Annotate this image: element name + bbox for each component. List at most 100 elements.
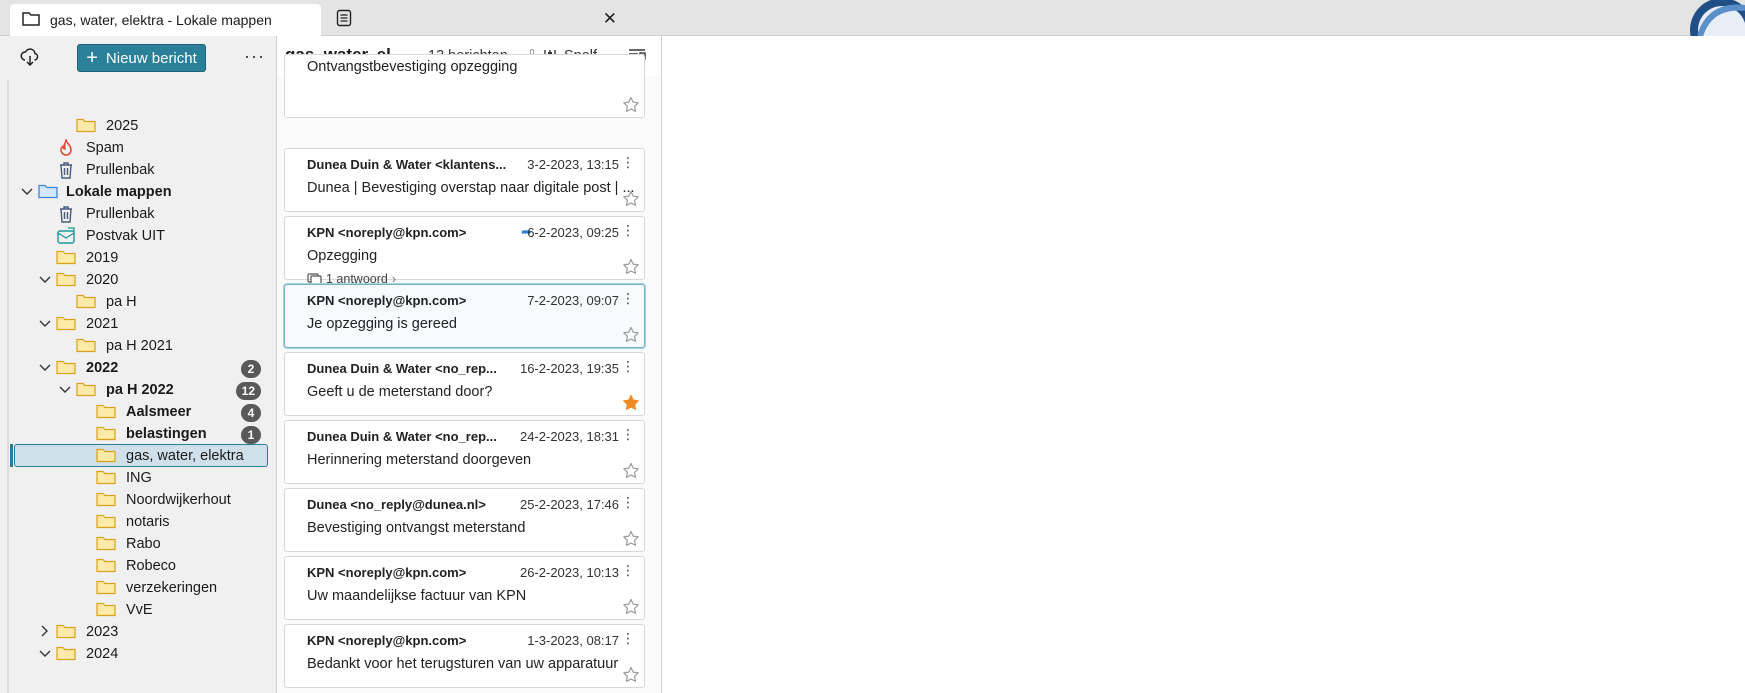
- message-card[interactable]: KPN <noreply@kpn.com> ➦ 6-2-2023, 09:25 ⋮ Op…: [284, 216, 645, 286]
- message-menu-icon[interactable]: ⋮: [621, 631, 635, 645]
- folder-item[interactable]: pa H 2021: [0, 334, 276, 358]
- message-sender: KPN <noreply@kpn.com>: [307, 293, 467, 308]
- message-menu-icon[interactable]: ⋮: [621, 563, 635, 577]
- folder-label: Postvak UIT: [86, 228, 165, 244]
- folder-item[interactable]: notaris: [0, 510, 276, 534]
- tab-message[interactable]: ✕: [330, 6, 625, 32]
- folder-item[interactable]: VvE: [0, 598, 276, 622]
- folder-item[interactable]: verzekeringen: [0, 576, 276, 600]
- message-menu-icon[interactable]: ⋮: [621, 223, 635, 237]
- folder-item[interactable]: Prullenbak: [0, 158, 276, 182]
- tab-bar: gas, water, elektra - Lokale mappen ✕: [0, 0, 1745, 36]
- chevron-down-icon[interactable]: [38, 317, 52, 331]
- message-subject: Geeft u de meterstand door?: [307, 384, 493, 400]
- new-message-button[interactable]: + Nieuw bericht: [77, 44, 206, 72]
- message-subject: Dunea | Bevestiging overstap naar digita…: [307, 180, 635, 196]
- chevron-right-icon[interactable]: [38, 625, 52, 640]
- folder-icon: [76, 337, 96, 353]
- folder-item[interactable]: Robeco: [0, 554, 276, 578]
- message-subject: Bedankt voor het terugsturen van uw appa…: [307, 656, 619, 672]
- folder-item[interactable]: belastingen 1: [0, 422, 276, 446]
- folder-item[interactable]: Lokale mappen: [0, 180, 276, 204]
- reading-pane: [663, 36, 1745, 693]
- folder-icon: [96, 469, 116, 485]
- folder-icon: [96, 447, 116, 463]
- folder-item[interactable]: Noordwijkerhout: [0, 488, 276, 512]
- folder-item[interactable]: Postvak UIT: [0, 224, 276, 248]
- folder-item[interactable]: 2024: [0, 642, 276, 666]
- chevron-down-icon[interactable]: [38, 273, 52, 287]
- folder-item[interactable]: 2019: [0, 246, 276, 270]
- message-card[interactable]: Dunea Duin & Water <klantens... 3-2-2023,…: [284, 148, 645, 212]
- star-icon[interactable]: [622, 190, 640, 208]
- close-icon[interactable]: ✕: [603, 9, 617, 29]
- message-card[interactable]: Dunea Duin & Water <no_rep... 24-2-2023, …: [284, 420, 645, 484]
- folder-item[interactable]: pa H: [0, 290, 276, 314]
- folder-item[interactable]: pa H 2022 12: [0, 378, 276, 402]
- message-menu-icon[interactable]: ⋮: [621, 155, 635, 169]
- chevron-down-icon[interactable]: [58, 383, 72, 397]
- folder-item[interactable]: 2022 2: [0, 356, 276, 380]
- chevron-down-icon[interactable]: [20, 185, 34, 199]
- message-menu-icon[interactable]: ⋮: [621, 495, 635, 509]
- folder-label: Aalsmeer: [126, 404, 192, 420]
- folder-label: 2019: [86, 250, 119, 266]
- folder-item[interactable]: 2025: [0, 114, 276, 138]
- folder-icon: [56, 359, 76, 375]
- message-card[interactable]: Dunea Duin & Water <no_rep... 16-2-2023, …: [284, 352, 645, 416]
- message-subject: Bevestiging ontvangst meterstand: [307, 520, 526, 536]
- message-menu-icon[interactable]: ⋮: [621, 427, 635, 441]
- folder-label: 2021: [86, 316, 119, 332]
- folder-item[interactable]: 2021: [0, 312, 276, 336]
- folder-label: 2025: [106, 118, 139, 134]
- folder-item[interactable]: Prullenbak: [0, 202, 276, 226]
- folder-pane: + Nieuw bericht ··· 2025 Spam Prullenbak Lo…: [0, 36, 277, 693]
- tab-folder[interactable]: gas, water, elektra - Lokale mappen: [10, 4, 321, 36]
- message-card[interactable]: KPN <noreply@kpn.com> 1-3-2023, 08:17 ⋮ Bed…: [284, 624, 645, 688]
- star-icon[interactable]: [622, 462, 640, 480]
- chevron-down-icon[interactable]: [38, 647, 52, 661]
- star-icon[interactable]: [622, 598, 640, 616]
- message-date: 7-2-2023, 09:07: [527, 293, 619, 308]
- message-menu-icon[interactable]: ⋮: [621, 359, 635, 373]
- folder-label: 2020: [86, 272, 119, 288]
- message-date: 1-3-2023, 08:17: [527, 633, 619, 648]
- star-icon[interactable]: [622, 258, 640, 276]
- message-tab-icon: [336, 9, 352, 30]
- folder-item[interactable]: Spam: [0, 136, 276, 160]
- folder-item[interactable]: 2020: [0, 268, 276, 292]
- star-icon[interactable]: [622, 530, 640, 548]
- folder-toolbar: + Nieuw bericht ···: [0, 36, 276, 80]
- folder-label: belastingen: [126, 426, 207, 442]
- more-options-icon[interactable]: ···: [244, 46, 265, 67]
- message-card[interactable]: Dunea <no_reply@dunea.nl> 25-2-2023, 17:4…: [284, 488, 645, 552]
- folder-label: Noordwijkerhout: [126, 492, 231, 508]
- star-icon[interactable]: [622, 96, 640, 114]
- chevron-down-icon[interactable]: [38, 361, 52, 375]
- spam-icon: [56, 137, 76, 156]
- get-messages-icon[interactable]: [20, 47, 40, 70]
- folder-item[interactable]: Rabo: [0, 532, 276, 556]
- message-menu-icon[interactable]: ⋮: [621, 291, 635, 305]
- message-sender: Dunea <no_reply@dunea.nl>: [307, 497, 486, 512]
- message-date: 6-2-2023, 09:25: [527, 225, 619, 240]
- folder-item[interactable]: 2023: [0, 620, 276, 644]
- folder-item[interactable]: ING: [0, 466, 276, 490]
- folder-label: 2024: [86, 646, 119, 662]
- message-date: 16-2-2023, 19:35: [519, 361, 619, 376]
- message-card[interactable]: KPN <noreply@kpn.com> 7-2-2023, 09:07 ⋮ Je …: [284, 284, 645, 348]
- message-card[interactable]: KPN <noreply@kpn.com> 26-2-2023, 10:13 ⋮ Uw…: [284, 556, 645, 620]
- star-icon[interactable]: [622, 326, 640, 344]
- message-list-pane: gas, water, el... 13 berichten Snelf... …: [278, 36, 662, 693]
- trash-icon: [56, 161, 76, 179]
- folder-item[interactable]: gas, water, elektra: [0, 444, 276, 468]
- folder-icon: [96, 403, 116, 419]
- message-card[interactable]: Ontvangstbevestiging opzegging: [284, 54, 645, 118]
- folder-item[interactable]: Aalsmeer 4: [0, 400, 276, 424]
- folder-label: pa H: [106, 294, 137, 310]
- star-icon[interactable]: [622, 666, 640, 684]
- folder-icon: [96, 535, 116, 551]
- star-filled-icon[interactable]: [622, 394, 640, 412]
- folder-icon: [76, 117, 96, 133]
- message-date: 25-2-2023, 17:46: [519, 497, 619, 512]
